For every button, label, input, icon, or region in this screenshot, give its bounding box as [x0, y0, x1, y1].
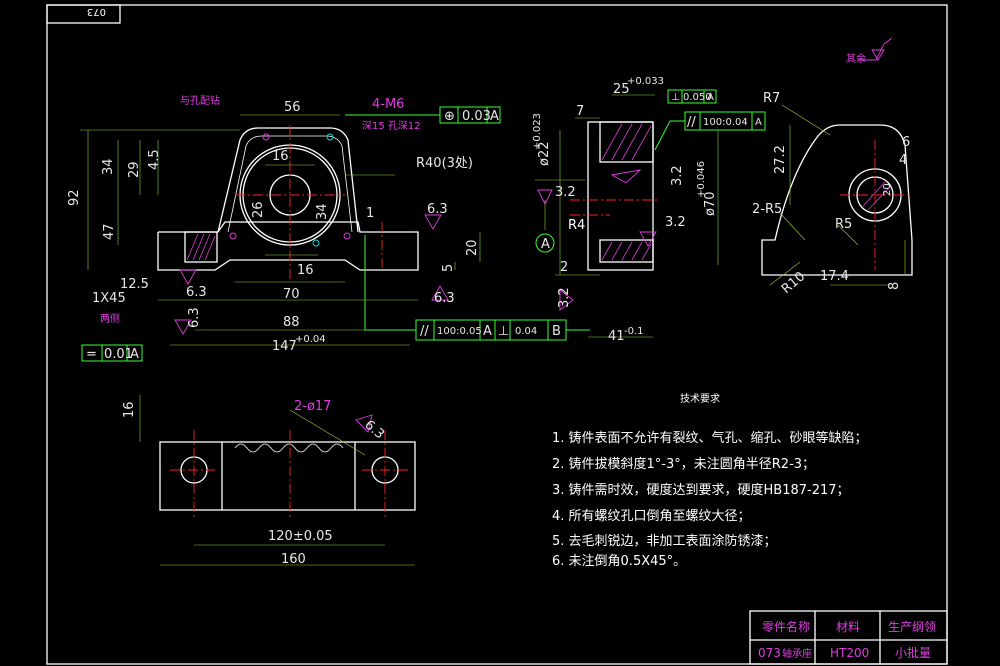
dim-45: 4.5	[147, 149, 162, 170]
tol-bottom-perp-symbol: ⊥	[498, 324, 509, 339]
right-dim-r10: R10	[779, 269, 808, 297]
note-item-5: 5. 去毛刺锐边，非加工表面涂防锈漆；	[552, 533, 777, 549]
tol-pos-symbol: ⊕	[444, 109, 455, 124]
dim-47: 47	[102, 223, 117, 240]
tol-sym-value: 0.01	[104, 347, 133, 362]
dim-16-top: 16	[272, 149, 289, 164]
front-view	[80, 106, 590, 362]
dim-deep: 深15 孔深12	[362, 120, 421, 132]
tb-part-label: 零件名称	[762, 619, 810, 634]
tol-sym-datum: A	[130, 347, 139, 362]
top-dim-2017: 2-ø17	[294, 399, 331, 414]
dim-20: 20	[465, 239, 480, 256]
dim-4m6: 4-M6	[372, 97, 404, 112]
note-item-4: 4. 所有螺纹孔口倒角至螺纹大径；	[552, 509, 751, 524]
dim-56: 56	[284, 100, 301, 115]
dim-63-d: 6.3	[434, 291, 455, 306]
tb-part-name: 073	[758, 646, 781, 660]
dim-1: 1	[366, 206, 374, 221]
dim-147: 147	[272, 339, 297, 354]
right-dim-6: 6	[902, 135, 910, 150]
dim-29: 29	[127, 161, 142, 178]
note-item-3: 3. 铸件需时效，硬度达到要求，硬度HB187-217；	[552, 482, 850, 498]
side-dim-32d: 3.2	[557, 287, 572, 308]
tol-bottom-par: 100:0.05	[437, 326, 482, 337]
right-dim-r7: R7	[763, 91, 780, 106]
side-dim-32b: 3.2	[670, 165, 685, 186]
dim-70: 70	[283, 287, 300, 302]
notes-title: 技术要求	[680, 392, 720, 405]
side-dim-7: 7	[576, 104, 584, 119]
tb-production-label: 生产纲领	[888, 620, 936, 634]
tol-bottom-perp-datum: B	[552, 324, 561, 339]
dim-34-left: 34	[101, 158, 116, 175]
tb-material: HT200	[830, 646, 869, 660]
note-left: 两侧	[100, 312, 120, 325]
dim-r40: R40(3处)	[416, 156, 473, 171]
top-dim-160: 160	[281, 552, 306, 567]
corner-code-box	[46, 4, 121, 24]
drawing-canvas: 073 与孔配钻 56 4-M6 深15 孔深12 34 29 4.5 92 4…	[46, 4, 948, 665]
dim-34-mid: 34	[315, 203, 330, 220]
right-dim-8: 8	[887, 282, 902, 290]
right-dim-4: 4	[899, 153, 907, 168]
tol-bottom-par-datum: A	[483, 324, 492, 339]
corner-code: 073	[87, 6, 106, 17]
side-tol-perp-datum: A	[707, 92, 714, 103]
dim-16-bot: 16	[297, 263, 314, 278]
right-dim-r5: R5	[835, 217, 852, 232]
side-dim-32a: 3.2	[555, 185, 576, 200]
dim-92: 92	[67, 189, 82, 206]
side-dim-41: 41	[608, 329, 625, 344]
dim-63-a: 6.3	[427, 202, 448, 217]
side-dim-22-tol: +0.023	[532, 113, 543, 150]
side-tol-par: 100:0.04	[703, 117, 748, 128]
side-tol-par-symbol: //	[687, 115, 696, 130]
dim-5: 5	[441, 264, 456, 272]
right-dim-174: 17.4	[820, 269, 849, 284]
side-dim-70-tol: +0.046	[696, 161, 707, 198]
side-dim-25-tol: +0.033	[627, 76, 664, 87]
note-item-1: 1. 铸件表面不允许有裂纹、气孔、缩孔、砂眼等缺陷；	[552, 430, 868, 446]
tol-sym-symbol: =	[86, 347, 97, 362]
side-tol-perp-symbol: ⊥	[671, 92, 680, 103]
dim-125: 12.5	[120, 277, 149, 292]
right-roughness: 其余	[846, 52, 866, 65]
dim-1x45: 1X45	[92, 291, 126, 306]
top-dim-16: 16	[122, 401, 137, 418]
side-dim-2: 2	[560, 260, 568, 275]
note-item-6: 6. 未注倒角0.5X45°。	[552, 554, 686, 569]
side-dim-41-tol: -0.1	[624, 326, 644, 337]
tb-production: 小批量	[895, 645, 931, 660]
tol-bottom-perp: 0.04	[515, 326, 537, 337]
top-dim-63: 6.3	[361, 418, 386, 443]
side-tol-par-datum: A	[755, 117, 762, 128]
tb-part-suffix: 轴承座	[782, 647, 812, 660]
dim-63-b: 6.3	[186, 285, 207, 300]
tol-pos-datum: A	[490, 109, 499, 124]
dim-63-c: 6.3	[187, 307, 202, 328]
dim-26: 26	[251, 201, 266, 218]
datum-a: A	[541, 237, 550, 252]
note-item-2: 2. 铸件拔模斜度1°-3°，未注圆角半径R2-3；	[552, 456, 815, 472]
top-dim-120: 120±0.05	[268, 529, 333, 544]
dim-88: 88	[283, 315, 300, 330]
side-dim-32c: 3.2	[665, 215, 686, 230]
tol-pos-value: 0.03	[462, 109, 491, 124]
right-dim-2r5: 2-R5	[752, 202, 782, 217]
dim-147-tol: +0.04	[295, 334, 326, 345]
tol-bottom-par-symbol: //	[420, 324, 429, 339]
right-dim-20: 20	[882, 183, 893, 196]
side-dim-r4: R4	[568, 218, 585, 233]
tb-material-label: 材料	[836, 620, 860, 634]
callout-hole: 与孔配钻	[180, 94, 220, 107]
right-dim-272: 27.2	[773, 145, 788, 174]
